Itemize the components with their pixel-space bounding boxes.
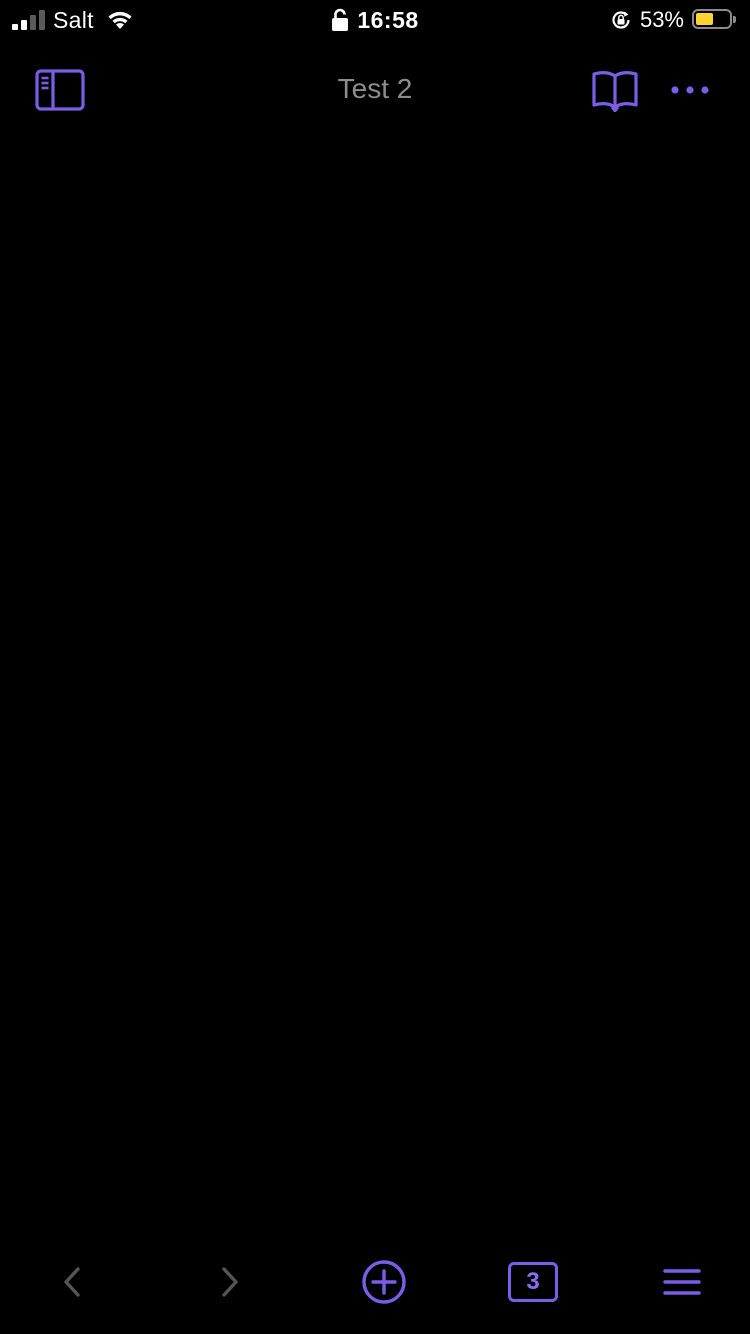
bottom-toolbar: 3 bbox=[0, 1240, 750, 1324]
forward-button[interactable] bbox=[190, 1240, 270, 1324]
plus-circle-icon bbox=[362, 1260, 406, 1304]
clock: 16:58 bbox=[357, 6, 419, 33]
tabs-button[interactable]: 3 bbox=[493, 1240, 573, 1324]
chevron-left-icon bbox=[64, 1267, 80, 1297]
page-content[interactable] bbox=[0, 130, 750, 1230]
status-right: 53% bbox=[610, 6, 736, 34]
more-button[interactable] bbox=[660, 70, 720, 110]
lock-icon bbox=[332, 8, 349, 31]
tabs-count-badge: 3 bbox=[508, 1262, 558, 1302]
navigation-bar: Test 2 bbox=[0, 55, 750, 127]
menu-button[interactable] bbox=[642, 1240, 722, 1324]
back-button[interactable] bbox=[32, 1240, 112, 1324]
status-bar: Salt 16:58 53% bbox=[0, 0, 750, 40]
hamburger-icon bbox=[663, 1269, 701, 1295]
chevron-right-icon bbox=[222, 1267, 238, 1297]
ellipsis-icon bbox=[671, 86, 709, 94]
battery-icon bbox=[692, 9, 736, 31]
open-book-icon bbox=[592, 71, 638, 112]
battery-percentage: 53% bbox=[639, 7, 684, 32]
reader-mode-button[interactable] bbox=[586, 63, 644, 117]
rotation-lock-icon bbox=[612, 11, 630, 29]
new-tab-button[interactable] bbox=[344, 1240, 424, 1324]
